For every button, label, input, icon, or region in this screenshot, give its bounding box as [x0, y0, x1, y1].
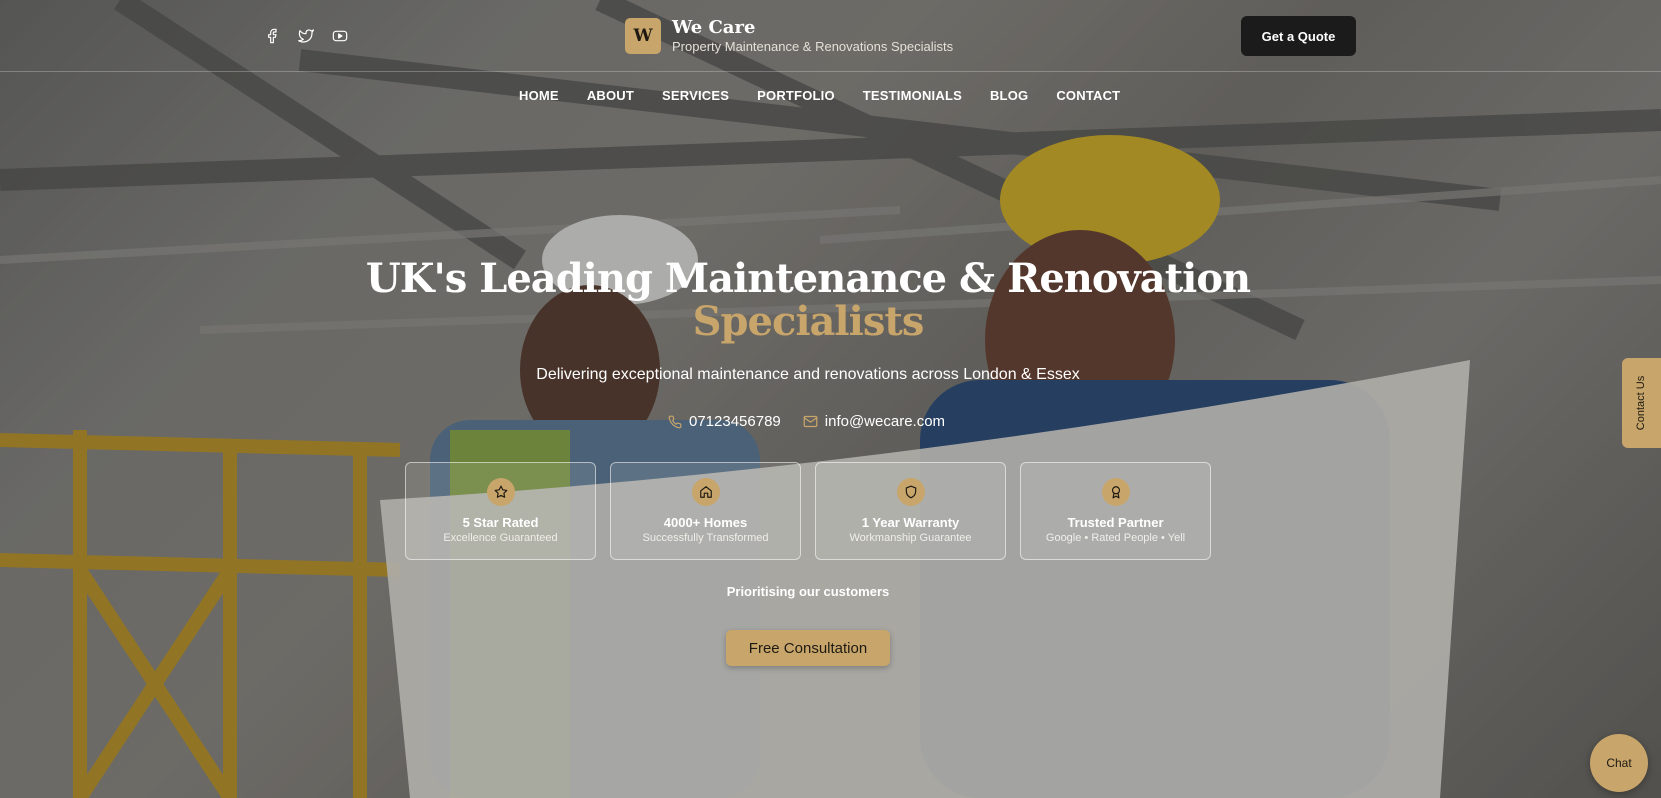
award-icon [1101, 478, 1130, 506]
social-links [262, 26, 350, 46]
nav-contact[interactable]: CONTACT [1056, 88, 1120, 103]
feature-subtitle: Successfully Transformed [642, 532, 769, 544]
nav-home[interactable]: HOME [519, 88, 559, 103]
twitter-icon[interactable] [296, 26, 316, 46]
star-icon [486, 478, 515, 506]
get-a-quote-button[interactable]: Get a Quote [1241, 16, 1356, 56]
feature-title: Trusted Partner [1067, 515, 1164, 530]
nav-services[interactable]: SERVICES [662, 88, 729, 103]
email-link[interactable]: info@wecare.com [803, 413, 945, 430]
phone-number: 07123456789 [689, 413, 781, 430]
phone-link[interactable]: 07123456789 [668, 413, 781, 430]
feature-card: Trusted Partner Google • Rated People • … [1020, 462, 1211, 560]
nav-about[interactable]: ABOUT [587, 88, 634, 103]
brand-tagline: Property Maintenance & Renovations Speci… [672, 39, 954, 54]
feature-card: 4000+ Homes Successfully Transformed [610, 462, 801, 560]
main-nav: HOME ABOUT SERVICES PORTFOLIO TESTIMONIA… [519, 88, 1120, 103]
shield-icon [896, 478, 925, 506]
hero-title-accent: Specialists [692, 298, 925, 345]
facebook-icon[interactable] [262, 26, 282, 46]
contact-us-tab[interactable]: Contact Us [1622, 358, 1661, 448]
mail-icon [803, 415, 818, 428]
feature-title: 5 Star Rated [462, 515, 539, 530]
logo-mark: W [625, 18, 661, 54]
feature-title: 1 Year Warranty [861, 515, 960, 530]
feature-title: 4000+ Homes [663, 515, 748, 530]
feature-cards: 5 Star Rated Excellence Guaranteed 4000+… [405, 462, 1211, 560]
brand-logo[interactable]: W We Care Property Maintenance & Renovat… [625, 17, 953, 55]
home-icon [691, 478, 720, 506]
nav-blog[interactable]: BLOG [990, 88, 1028, 103]
nav-portfolio[interactable]: PORTFOLIO [757, 88, 835, 103]
feature-subtitle: Google • Rated People • Yell [1045, 532, 1186, 544]
hero-contact-info: 07123456789 info@wecare.com [668, 413, 945, 430]
feature-subtitle: Excellence Guaranteed [443, 532, 558, 544]
hero-section: W We Care Property Maintenance & Renovat… [0, 0, 1661, 798]
hero-overlay [0, 0, 1661, 798]
contact-us-label: Contact Us [1635, 375, 1648, 431]
youtube-icon[interactable] [330, 26, 350, 46]
feature-subtitle: Workmanship Guarantee [849, 532, 972, 544]
prioritising-text: Prioritising our customers [726, 584, 890, 599]
brand-name: We Care [672, 17, 756, 38]
email-address: info@wecare.com [824, 413, 946, 430]
nav-testimonials[interactable]: TESTIMONIALS [863, 88, 962, 103]
phone-icon [668, 415, 682, 428]
site-header: W We Care Property Maintenance & Renovat… [0, 0, 1661, 72]
chat-button[interactable]: Chat [1590, 734, 1648, 792]
hero-subtitle: Delivering exceptional maintenance and r… [536, 366, 1080, 383]
free-consultation-button[interactable]: Free Consultation [726, 630, 890, 666]
feature-card: 1 Year Warranty Workmanship Guarantee [815, 462, 1006, 560]
feature-card: 5 Star Rated Excellence Guaranteed [405, 462, 596, 560]
